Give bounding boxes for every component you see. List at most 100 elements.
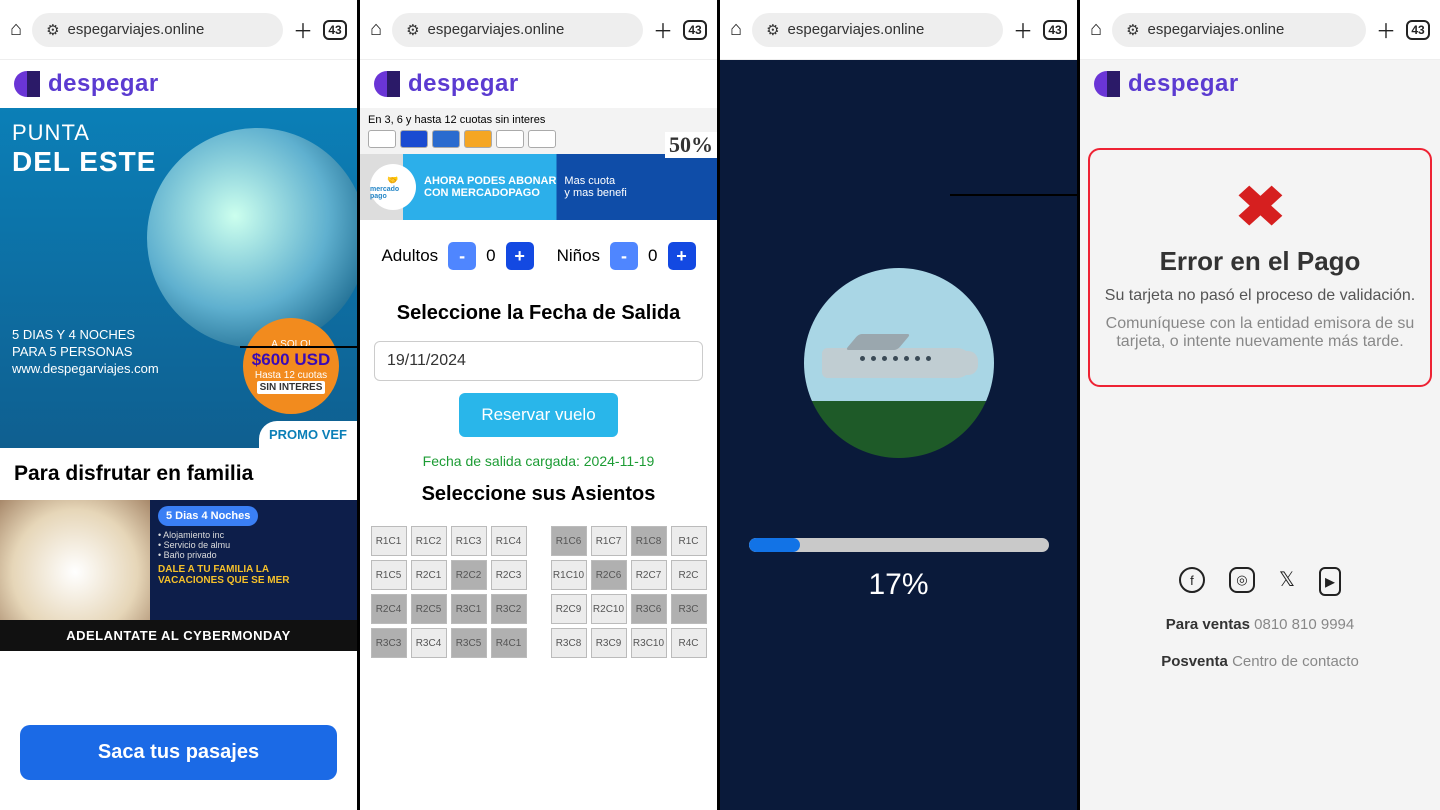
cyber-strip: ADELANTATE AL CYBERMONDAY <box>0 620 357 651</box>
seat-R1C6[interactable]: R1C6 <box>551 526 587 556</box>
kids-label: Niños <box>557 246 600 266</box>
seat-R1C2[interactable]: R1C2 <box>411 526 447 556</box>
mercadopago-banner: 🤝mercado pago AHORA PODES ABONAR CON MER… <box>360 154 717 220</box>
seat-R3C[interactable]: R3C <box>671 594 707 624</box>
seat-R3C6[interactable]: R3C6 <box>631 594 667 624</box>
seat-R2C1[interactable]: R2C1 <box>411 560 447 590</box>
adults-minus[interactable]: - <box>448 242 476 270</box>
seat-R3C9[interactable]: R3C9 <box>591 628 627 658</box>
browser-bar: ⌂ ⚙espegarviajes.online ＋ 43 <box>0 0 357 60</box>
browser-bar: ⌂ ⚙espegarviajes.online ＋ 43 <box>720 0 1077 60</box>
url-bar[interactable]: ⚙espegarviajes.online <box>1112 13 1366 47</box>
seat-R2C[interactable]: R2C <box>671 560 707 590</box>
seat-grid-left: R1C1R1C2R1C3R1C4 R1C5R2C1R2C2R2C3 R2C4R2C5… <box>371 526 527 658</box>
cta-button[interactable]: Saca tus pasajes <box>20 725 337 780</box>
date-input[interactable]: 19/11/2024 <box>374 341 703 381</box>
tab-count-badge[interactable]: 43 <box>1043 20 1067 40</box>
adults-value: 0 <box>486 246 495 266</box>
home-icon[interactable]: ⌂ <box>1090 18 1102 41</box>
seat-R1C4[interactable]: R1C4 <box>491 526 527 556</box>
home-icon[interactable]: ⌂ <box>10 18 22 41</box>
kids-plus[interactable]: + <box>668 242 696 270</box>
seat-R4C1[interactable]: R4C1 <box>491 628 527 658</box>
kids-value: 0 <box>648 246 657 266</box>
promo-strip: PROMO VEF <box>259 421 357 448</box>
seat-R1C[interactable]: R1C <box>671 526 707 556</box>
browser-bar: ⌂ ⚙espegarviajes.online ＋ 43 <box>360 0 717 60</box>
seat-R1C10[interactable]: R1C10 <box>551 560 587 590</box>
seat-grid-right: R1C6R1C7R1C8R1C R1C10R2C6R2C7R2C R2C9R2C10… <box>551 526 707 658</box>
flow-arrow-1 <box>240 346 360 348</box>
seat-R2C4[interactable]: R2C4 <box>371 594 407 624</box>
seat-R3C1[interactable]: R3C1 <box>451 594 487 624</box>
seat-R3C3[interactable]: R3C3 <box>371 628 407 658</box>
brand-logo[interactable]: despegar <box>1080 60 1440 108</box>
url-bar[interactable]: ⚙espegarviajes.online <box>32 13 283 47</box>
seat-R3C8[interactable]: R3C8 <box>551 628 587 658</box>
new-tab-icon[interactable]: ＋ <box>653 15 673 44</box>
tab-count-badge[interactable]: 43 <box>683 20 707 40</box>
new-tab-icon[interactable]: ＋ <box>1376 15 1396 44</box>
date-confirm: Fecha de salida cargada: 2024-11-19 <box>360 449 717 473</box>
seat-R2C2[interactable]: R2C2 <box>451 560 487 590</box>
seat-R1C5[interactable]: R1C5 <box>371 560 407 590</box>
seat-R2C5[interactable]: R2C5 <box>411 594 447 624</box>
home-icon[interactable]: ⌂ <box>370 18 382 41</box>
facebook-icon[interactable]: f <box>1179 567 1205 593</box>
twitter-icon[interactable]: 𝕏 <box>1279 567 1295 596</box>
new-tab-icon[interactable]: ＋ <box>293 15 313 44</box>
error-msg-2: Comuníquese con la entidad emisora de su… <box>1104 315 1416 351</box>
social-icons: f ◎ 𝕏 ▸ <box>1080 567 1440 596</box>
brand-logo[interactable]: despegar <box>0 60 357 108</box>
seat-R1C3[interactable]: R1C3 <box>451 526 487 556</box>
seat-R1C8[interactable]: R1C8 <box>631 526 667 556</box>
passenger-counters: Adultos - 0 + Niños - 0 + <box>360 220 717 292</box>
error-msg-1: Su tarjeta no pasó el proceso de validac… <box>1104 287 1416 305</box>
seats-heading: Seleccione sus Asientos <box>360 473 717 516</box>
hero-sub: 5 DIAS Y 4 NOCHES PARA 5 PERSONAS www.de… <box>12 327 159 378</box>
fifty-off: 50% <box>665 132 717 158</box>
family-promo-card[interactable]: 5 Dias 4 Noches • Alojamiento inc • Serv… <box>0 500 357 620</box>
seat-R1C7[interactable]: R1C7 <box>591 526 627 556</box>
logo-icon <box>1094 71 1120 97</box>
hero-banner: PUNTADEL ESTE A SOLO! $600 USD Hasta 12 … <box>0 108 357 448</box>
seat-R3C10[interactable]: R3C10 <box>631 628 667 658</box>
brand-logo[interactable]: despegar <box>360 60 717 108</box>
adults-plus[interactable]: + <box>506 242 534 270</box>
seat-R2C7[interactable]: R2C7 <box>631 560 667 590</box>
tab-count-badge[interactable]: 43 <box>1406 20 1430 40</box>
url-bar[interactable]: ⚙espegarviajes.online <box>752 13 1003 47</box>
sales-contact: Para ventas 0810 810 9994 <box>1080 616 1440 633</box>
error-card: ✖ Error en el Pago Su tarjeta no pasó el… <box>1088 148 1432 387</box>
plane-illustration <box>804 268 994 458</box>
seat-R1C1[interactable]: R1C1 <box>371 526 407 556</box>
browser-bar: ⌂ ⚙espegarviajes.online ＋ 43 <box>1080 0 1440 60</box>
error-title: Error en el Pago <box>1104 246 1416 277</box>
seat-R2C10[interactable]: R2C10 <box>591 594 627 624</box>
seat-R2C3[interactable]: R2C3 <box>491 560 527 590</box>
home-icon[interactable]: ⌂ <box>730 18 742 41</box>
reserve-button[interactable]: Reservar vuelo <box>459 393 617 437</box>
progress-percent: 17% <box>868 568 928 602</box>
instagram-icon[interactable]: ◎ <box>1229 567 1255 593</box>
tab-count-badge[interactable]: 43 <box>323 20 347 40</box>
youtube-icon[interactable]: ▸ <box>1319 567 1341 596</box>
seat-R3C5[interactable]: R3C5 <box>451 628 487 658</box>
postsale-contact: Posventa Centro de contacto <box>1080 653 1440 670</box>
seat-R2C9[interactable]: R2C9 <box>551 594 587 624</box>
seat-R3C4[interactable]: R3C4 <box>411 628 447 658</box>
kids-minus[interactable]: - <box>610 242 638 270</box>
date-heading: Seleccione la Fecha de Salida <box>360 292 717 335</box>
flow-arrow-2 <box>950 194 1080 196</box>
family-photo <box>0 500 150 620</box>
price-badge: A SOLO! $600 USD Hasta 12 cuotas SIN INT… <box>243 318 339 414</box>
seat-R2C6[interactable]: R2C6 <box>591 560 627 590</box>
error-x-icon: ✖ <box>1234 174 1286 240</box>
section-title: Para disfrutar en familia <box>0 448 357 500</box>
hero-image <box>147 128 360 348</box>
url-bar[interactable]: ⚙espegarviajes.online <box>392 13 643 47</box>
new-tab-icon[interactable]: ＋ <box>1013 15 1033 44</box>
logo-icon <box>374 71 400 97</box>
seat-R3C2[interactable]: R3C2 <box>491 594 527 624</box>
seat-R4C[interactable]: R4C <box>671 628 707 658</box>
